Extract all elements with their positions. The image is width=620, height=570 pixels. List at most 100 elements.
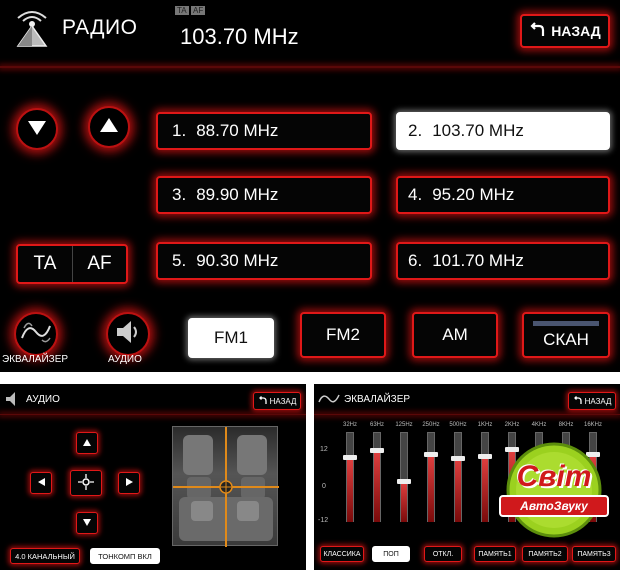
triangle-right-icon: [125, 478, 133, 488]
preset-label: ПОП: [383, 550, 399, 558]
eq-band-label: 2KHz: [504, 422, 520, 428]
current-frequency: 103.70 MHz: [180, 24, 299, 49]
band-label: FM1: [214, 328, 248, 347]
preset-1[interactable]: 1. 88.70 MHz: [156, 112, 372, 150]
af-button[interactable]: AF: [73, 246, 126, 282]
af-badge: AF: [191, 6, 206, 15]
band-fm2-button[interactable]: FM2: [300, 312, 386, 358]
band-fm1-button[interactable]: FM1: [188, 318, 274, 358]
back-label: НАЗАД: [269, 396, 297, 406]
page-title: АУДИО: [26, 394, 60, 405]
band-label: FM2: [326, 325, 360, 344]
back-button[interactable]: НАЗАД: [253, 392, 301, 410]
eq-slider-fill: [401, 482, 407, 522]
back-button[interactable]: НАЗАД: [520, 14, 610, 48]
preset-memory1-button[interactable]: ПАМЯТЬ1: [474, 546, 516, 562]
eq-band-label: 4KHz: [531, 422, 547, 428]
ta-button[interactable]: TA: [18, 246, 73, 282]
preset-number: 2.: [408, 121, 423, 140]
preset-frequency: 95.20 MHz: [432, 185, 515, 204]
triangle-down-icon: [26, 118, 48, 141]
preset-5[interactable]: 5. 90.30 MHz: [156, 242, 372, 280]
eq-band-label: 500Hz: [449, 422, 467, 428]
audio-button[interactable]: [106, 312, 150, 356]
logo-sub-text: АвтоЗвуку: [520, 499, 588, 513]
audio-screen: АУДИО НАЗАД 4.0 КАНАЛЬНЫЙ ТОНКОМП ВКЛ: [0, 384, 306, 570]
seek-down-button[interactable]: [16, 108, 58, 150]
preset-off-button[interactable]: ОТКЛ.: [424, 546, 462, 562]
audio-label: АУДИО: [108, 354, 142, 365]
eq-slider-knob[interactable]: [424, 451, 438, 457]
preset-memory3-button[interactable]: ПАМЯТЬ3: [572, 546, 616, 562]
balance-left-button[interactable]: [30, 472, 52, 494]
header-divider: [0, 414, 306, 415]
preset-4[interactable]: 4. 95.20 MHz: [396, 176, 610, 214]
preset-number: 6.: [408, 251, 423, 270]
band-am-button[interactable]: AM: [412, 312, 498, 358]
preset-number: 4.: [408, 185, 423, 204]
loudness-label: ТОНКОМП ВКЛ: [98, 551, 152, 561]
eq-slider-fill: [455, 459, 461, 522]
preset-2[interactable]: 2. 103.70 MHz: [396, 112, 610, 150]
equalizer-button[interactable]: [14, 312, 58, 356]
eq-band-label: 1KHz: [477, 422, 493, 428]
car-interior-image: [172, 426, 279, 547]
balance-center-button[interactable]: [70, 470, 102, 496]
preset-label: ОТКЛ.: [432, 550, 454, 558]
back-arrow-icon: [258, 395, 268, 407]
triangle-left-icon: [37, 478, 45, 488]
balance-down-button[interactable]: [76, 512, 98, 534]
preset-number: 1.: [172, 121, 187, 140]
eq-slider-knob[interactable]: [397, 479, 411, 485]
equalizer-label: ЭКВАЛАЙЗЕР: [2, 354, 69, 365]
preset-6[interactable]: 6. 101.70 MHz: [396, 242, 610, 280]
preset-pop-button[interactable]: ПОП: [372, 546, 410, 562]
scan-button[interactable]: СКАН: [522, 312, 610, 358]
eq-band-label: 63Hz: [369, 422, 384, 428]
equalizer-icon: [20, 318, 52, 351]
eq-band-label: 32Hz: [342, 422, 357, 428]
ta-af-group: TA AF: [16, 244, 128, 284]
logo-brand-text: Світ: [516, 460, 592, 493]
seek-up-button[interactable]: [88, 106, 130, 148]
preset-label: ПАМЯТЬ2: [528, 550, 562, 558]
scan-label: СКАН: [543, 329, 589, 349]
triangle-down-icon: [83, 518, 91, 528]
eq-band-label: 125Hz: [395, 422, 413, 428]
svit-avtozvuku-logo: Світ АвтоЗвуку: [494, 440, 614, 540]
speaker-icon: [4, 390, 22, 413]
preset-frequency: 101.70 MHz: [432, 251, 524, 270]
eq-slider-fill: [482, 456, 488, 522]
channel-mode-button[interactable]: 4.0 КАНАЛЬНЫЙ: [10, 548, 80, 564]
preset-label: ПАМЯТЬ3: [577, 550, 611, 558]
preset-3[interactable]: 3. 89.90 MHz: [156, 176, 372, 214]
header-divider: [0, 66, 620, 68]
eq-band-label: 16KHz: [583, 422, 602, 428]
preset-number: 5.: [172, 251, 187, 270]
radio-app-icon: [12, 8, 52, 55]
loudness-button[interactable]: ТОНКОМП ВКЛ: [90, 548, 160, 564]
preset-memory2-button[interactable]: ПАМЯТЬ2: [522, 546, 568, 562]
eq-band-label: 8KHz: [558, 422, 574, 428]
ta-badge: TA: [175, 6, 189, 15]
eq-slider-fill: [347, 458, 353, 522]
eq-slider-knob[interactable]: [370, 447, 384, 453]
preset-frequency: 103.70 MHz: [432, 121, 524, 140]
preset-frequency: 89.90 MHz: [196, 185, 279, 204]
back-label: НАЗАД: [551, 23, 601, 39]
preset-classic-button[interactable]: КЛАССИКА: [320, 546, 364, 562]
preset-number: 3.: [172, 185, 187, 204]
balance-up-button[interactable]: [76, 432, 98, 454]
preset-frequency: 90.30 MHz: [196, 251, 279, 270]
radio-screen: РАДИО TA AF 103.70 MHz НАЗАД 1. 88.70 MHz…: [0, 0, 620, 372]
scan-indicator-bar: [533, 320, 599, 326]
eq-slider-knob[interactable]: [478, 453, 492, 459]
eq-slider-knob[interactable]: [451, 456, 465, 461]
balance-right-button[interactable]: [118, 472, 140, 494]
speaker-icon: [113, 317, 143, 352]
back-arrow-icon: [529, 21, 547, 41]
preset-label: КЛАССИКА: [323, 550, 361, 558]
band-label: AM: [442, 325, 468, 344]
eq-band-label: 250Hz: [422, 422, 440, 428]
eq-slider-knob[interactable]: [343, 455, 357, 461]
